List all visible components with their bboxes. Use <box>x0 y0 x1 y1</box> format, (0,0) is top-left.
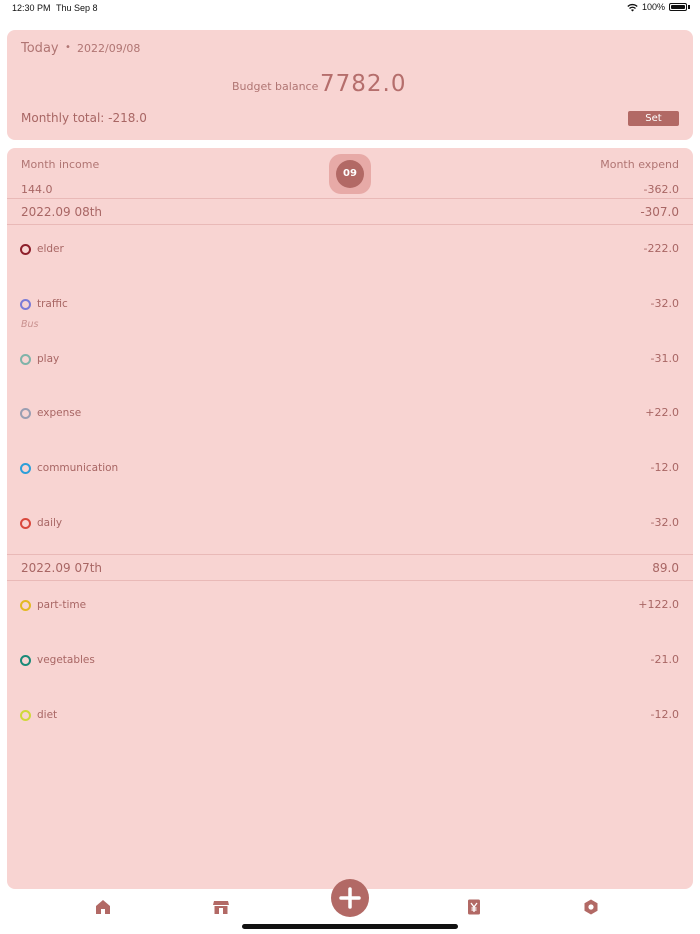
category-label: part-time <box>37 599 87 611</box>
month-badge: 09 <box>336 160 364 188</box>
day-total: -307.0 <box>640 205 679 219</box>
month-expend-label: Month expend <box>600 158 679 171</box>
amount: -31.0 <box>650 352 679 365</box>
date-separator: • <box>65 42 71 53</box>
shop-icon[interactable] <box>212 898 230 916</box>
month-selector[interactable]: 09 <box>329 154 371 194</box>
status-time: 12:30 PM <box>12 3 51 13</box>
month-expend-value: -362.0 <box>643 183 679 196</box>
day-header: 2022.09 08th -307.0 <box>7 198 693 225</box>
transaction-row[interactable]: traffic Bus -32.0 <box>7 297 693 349</box>
yen-icon[interactable] <box>465 898 483 916</box>
category-dot-icon <box>20 600 31 611</box>
transaction-row[interactable]: vegetables -21.0 <box>7 653 693 705</box>
month-income-label: Month income <box>21 158 100 171</box>
battery-icon <box>669 3 687 11</box>
month-income-value: 144.0 <box>21 183 53 196</box>
status-date: Thu Sep 8 <box>56 3 98 13</box>
transaction-row[interactable]: diet -12.0 <box>7 708 693 760</box>
monthly-total: Monthly total: -218.0 <box>21 111 147 125</box>
day-date: 2022.09 07th <box>21 561 103 575</box>
transaction-row[interactable]: communication -12.0 <box>7 461 693 513</box>
status-right: 100% <box>627 2 690 12</box>
category-dot-icon <box>20 710 31 721</box>
today-label: Today <box>21 41 59 56</box>
home-icon[interactable] <box>94 898 112 916</box>
category-label: traffic <box>37 298 68 310</box>
category-label: communication <box>37 462 119 474</box>
category-dot-icon <box>20 655 31 666</box>
transaction-row[interactable]: play -31.0 <box>7 352 693 404</box>
category-label: expense <box>37 407 82 419</box>
category-label: diet <box>37 709 58 721</box>
category-label: play <box>37 353 60 365</box>
amount: -12.0 <box>650 708 679 721</box>
battery-percent: 100% <box>641 2 665 12</box>
day-date: 2022.09 08th <box>21 205 103 219</box>
home-indicator <box>242 924 458 929</box>
today-date: 2022/09/08 <box>77 42 141 55</box>
category-dot-icon <box>20 354 31 365</box>
amount: -21.0 <box>650 653 679 666</box>
set-budget-button[interactable]: Set <box>628 111 679 126</box>
amount: -32.0 <box>650 516 679 529</box>
amount: +122.0 <box>638 598 679 611</box>
day-header: 2022.09 07th 89.0 <box>7 554 693 581</box>
budget-card: Today • 2022/09/08 Budget balance 7782.0… <box>7 30 693 140</box>
amount: -32.0 <box>650 297 679 310</box>
category-dot-icon <box>20 408 31 419</box>
transactions-card: Month income Month expend 144.0 -362.0 0… <box>7 148 693 889</box>
budget-balance-label: Budget balance <box>232 80 319 93</box>
category-label: elder <box>37 243 64 255</box>
wifi-icon <box>627 3 638 11</box>
plus-icon <box>339 887 361 909</box>
budget-balance-value: 7782.0 <box>320 71 407 97</box>
category-dot-icon <box>20 463 31 474</box>
amount: +22.0 <box>645 406 679 419</box>
category-dot-icon <box>20 299 31 310</box>
transaction-row[interactable]: expense +22.0 <box>7 406 693 458</box>
transaction-note: Bus <box>21 319 39 330</box>
status-bar: 12:30 PM Thu Sep 8 100% <box>0 0 700 18</box>
category-dot-icon <box>20 518 31 529</box>
category-label: vegetables <box>37 654 95 666</box>
transaction-row[interactable]: part-time +122.0 <box>7 598 693 650</box>
category-dot-icon <box>20 244 31 255</box>
add-transaction-button[interactable] <box>331 879 369 917</box>
category-label: daily <box>37 517 63 529</box>
settings-icon[interactable] <box>582 898 600 916</box>
battery-cap <box>688 5 690 9</box>
day-total: 89.0 <box>652 561 679 575</box>
transaction-row[interactable]: elder -222.0 <box>7 242 693 294</box>
amount: -12.0 <box>650 461 679 474</box>
amount: -222.0 <box>643 242 679 255</box>
